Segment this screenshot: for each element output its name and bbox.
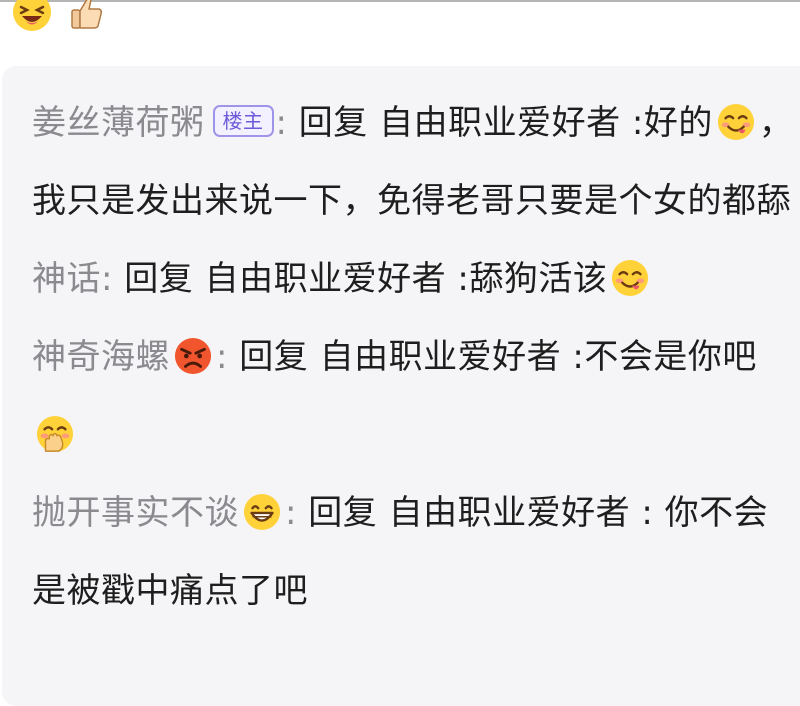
- op-badge: 楼主: [212, 104, 274, 137]
- yum-face-icon: [612, 259, 649, 296]
- hand-over-mouth-icon: [36, 415, 74, 452]
- yum-face-icon: [717, 103, 754, 140]
- reaction-row: [12, 0, 106, 38]
- thumbs-up-icon[interactable]: [66, 0, 106, 32]
- reply-item[interactable]: 抛开事实不谈: 回复 自由职业爱好者 : 你不会是被戳中痛点了吧: [32, 474, 800, 630]
- reply-list: 姜丝薄荷粥 楼主: 回复 自由职业爱好者 :好的 ，我只是发出来说一下，免得老哥只要…: [32, 84, 800, 630]
- reply-author[interactable]: 抛开事实不谈: [32, 493, 239, 533]
- reply-item[interactable]: 神奇海螺: 回复 自由职业爱好者 :不会是你吧: [32, 318, 800, 474]
- angry-face-icon: [174, 337, 212, 374]
- reply-text: 回复 自由职业爱好者 :舔狗活该: [112, 259, 608, 299]
- laughing-face-icon[interactable]: [12, 0, 52, 32]
- reply-item[interactable]: 姜丝薄荷粥 楼主: 回复 自由职业爱好者 :好的 ，我只是发出来说一下，免得老哥只要…: [32, 84, 800, 240]
- reply-author[interactable]: 神话: [32, 259, 101, 299]
- reply-text: 回复 自由职业爱好者 :不会是你吧: [227, 337, 757, 377]
- top-divider: [0, 0, 800, 2]
- reply-item[interactable]: 神话: 回复 自由职业爱好者 :舔狗活该: [32, 240, 800, 318]
- grinning-face-icon: [243, 493, 281, 530]
- reply-separator: :: [275, 103, 288, 143]
- reply-author[interactable]: 神奇海螺: [32, 337, 170, 377]
- reply-separator: :: [216, 337, 228, 377]
- reply-text: 回复 自由职业爱好者 :好的: [287, 103, 713, 143]
- reply-separator: :: [285, 493, 297, 533]
- reply-author[interactable]: 姜丝薄荷粥: [32, 103, 205, 143]
- reply-separator: :: [101, 259, 113, 299]
